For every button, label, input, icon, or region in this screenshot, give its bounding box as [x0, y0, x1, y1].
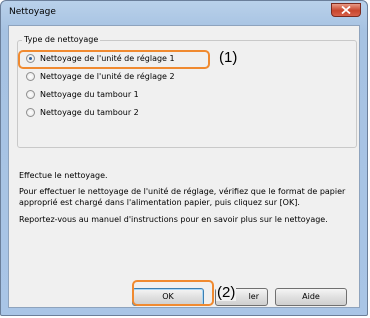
radio-option-drum-1[interactable]: Nettoyage du tambour 1: [26, 87, 139, 101]
radio-label: Nettoyage de l'unité de réglage 2: [40, 71, 175, 81]
callout-highlight-1: [18, 50, 210, 69]
radio-button[interactable]: [26, 107, 35, 117]
info-reference: Reportez-vous au manuel d'instructions p…: [19, 215, 328, 224]
window-title: Nettoyage: [9, 7, 56, 17]
info-heading: Effectue le nettoyage.: [19, 171, 108, 180]
title-bar[interactable]: Nettoyage: [1, 1, 367, 25]
dialog-window: Nettoyage Type de nettoyage Nettoyage de…: [0, 0, 368, 316]
callout-label-2: (2): [216, 284, 237, 301]
radio-button[interactable]: [26, 71, 35, 81]
radio-label: Nettoyage du tambour 2: [40, 107, 139, 117]
close-icon: [341, 6, 351, 14]
radio-label: Nettoyage du tambour 1: [40, 89, 139, 99]
close-button[interactable]: [331, 3, 361, 17]
callout-label-1: (1): [219, 49, 238, 66]
radio-button[interactable]: [26, 89, 35, 99]
group-legend: Type de nettoyage: [22, 35, 101, 44]
radio-option-drum-2[interactable]: Nettoyage du tambour 2: [26, 105, 139, 119]
callout-highlight-2: [132, 280, 214, 306]
radio-option-fixing-unit-2[interactable]: Nettoyage de l'unité de réglage 2: [26, 69, 175, 83]
info-body: Pour effectuer le nettoyage de l'unité d…: [19, 187, 346, 207]
help-button[interactable]: Aide: [275, 288, 347, 306]
